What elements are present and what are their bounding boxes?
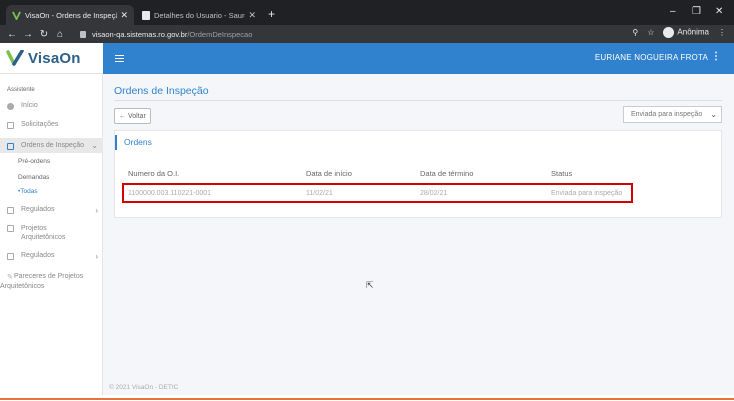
new-tab-button[interactable]: + bbox=[268, 7, 275, 21]
incognito-icon bbox=[663, 27, 675, 38]
hamburger-menu-icon[interactable] bbox=[115, 53, 124, 64]
menu-icon[interactable]: ⋮ bbox=[718, 28, 726, 37]
column-header-data-termino: Data de término bbox=[420, 169, 474, 178]
column-header-numero: Numero da O.I. bbox=[128, 169, 180, 178]
card-title: Ordens bbox=[115, 135, 152, 150]
close-icon[interactable]: ✕ bbox=[120, 10, 128, 21]
kebab-menu-icon[interactable]: ⋮ bbox=[711, 51, 721, 62]
profile-button[interactable]: Anônima bbox=[663, 27, 709, 38]
brand-logo[interactable]: VisaOn bbox=[0, 43, 103, 74]
visaon-logo-icon bbox=[6, 50, 24, 66]
sidebar-item-ordens-inspecao[interactable]: Ordens de Inspeção ⌄ bbox=[0, 138, 103, 153]
sidebar-item-label: Ordens de Inspeção bbox=[21, 142, 85, 149]
title-divider bbox=[114, 100, 722, 101]
status-filter-select[interactable]: Enviada para inspeção ⌄ bbox=[623, 106, 722, 123]
back-button-label: Voltar bbox=[128, 112, 146, 120]
cell-data-inicio: 11/02/21 bbox=[306, 190, 333, 197]
cell-data-termino: 28/02/21 bbox=[420, 190, 448, 197]
sidebar-item-projetos[interactable]: Projetos Arquitetônicos bbox=[0, 224, 90, 242]
building-icon bbox=[7, 207, 14, 214]
accent-strip bbox=[0, 398, 734, 400]
tab-title: Detalhes do Usuario - Sauron.Ge bbox=[154, 10, 245, 20]
sidebar-subitem-todas[interactable]: •Todas bbox=[18, 188, 38, 195]
tab-title: VisaOn - Ordens de Inspeção bbox=[25, 10, 118, 20]
zoom-icon[interactable]: ⚲ bbox=[632, 28, 638, 37]
sidebar-item-label: Regulados bbox=[21, 252, 55, 259]
clipboard-icon bbox=[7, 142, 14, 150]
chevron-right-icon: › bbox=[95, 206, 98, 215]
browser-tab-sauron[interactable]: Detalhes do Usuario - Sauron.Ge ✕ bbox=[136, 5, 262, 25]
brand-name: VisaOn bbox=[28, 49, 81, 67]
sidebar-section-title: Assistente bbox=[7, 87, 35, 93]
close-icon[interactable]: ✕ bbox=[248, 10, 256, 21]
lock-icon bbox=[80, 30, 86, 38]
sidebar-item-inicio[interactable]: Início bbox=[0, 102, 103, 110]
forward-icon[interactable]: → bbox=[20, 29, 36, 40]
reload-icon[interactable]: ↻ bbox=[36, 29, 52, 40]
orders-card: Ordens Numero da O.I. Data de início Dat… bbox=[114, 130, 722, 218]
chevron-down-icon: ⌄ bbox=[710, 110, 717, 119]
pencil-icon: ✎ bbox=[7, 274, 13, 281]
sidebar-item-label: Solicitações bbox=[21, 121, 59, 128]
sidebar-item-label: Projetos Arquitetônicos bbox=[21, 225, 66, 241]
restore-icon[interactable]: ❐ bbox=[692, 6, 701, 17]
cell-status: Enviada para inspeção bbox=[551, 190, 623, 197]
app-header: VisaOn EURIANE NOGUEIRA FROTA ⋮ bbox=[0, 43, 734, 74]
status-filter-value: Enviada para inspeção bbox=[631, 111, 703, 118]
close-window-icon[interactable]: ✕ bbox=[715, 6, 723, 17]
minimize-icon[interactable]: – bbox=[670, 6, 676, 17]
top-navbar: EURIANE NOGUEIRA FROTA ⋮ bbox=[103, 43, 734, 74]
sidebar-subitem-demandas[interactable]: Demandas bbox=[18, 174, 49, 181]
arrow-left-icon: ← bbox=[119, 112, 126, 120]
document-favicon-icon bbox=[142, 10, 150, 20]
url-field[interactable]: visaon-qa.sistemas.ro.gov.br/OrdemDeInsp… bbox=[80, 28, 640, 40]
page-title: Ordens de Inspeção bbox=[114, 85, 209, 97]
address-bar-actions: ⚲ ☆ Anônima ⋮ bbox=[632, 27, 726, 38]
home-icon[interactable]: ⌂ bbox=[52, 29, 68, 40]
back-button[interactable]: ← Voltar bbox=[114, 108, 151, 124]
back-icon[interactable]: ← bbox=[4, 29, 20, 40]
browser-tab-visaon[interactable]: VisaOn - Ordens de Inspeção ✕ bbox=[6, 5, 134, 25]
chevron-down-icon: ⌄ bbox=[91, 141, 98, 150]
column-header-data-inicio: Data de início bbox=[306, 169, 352, 178]
dashboard-icon bbox=[7, 103, 14, 110]
footer-text: © 2021 VisaOn - DETIC bbox=[109, 384, 179, 391]
url-path: /OrdemDeInspecao bbox=[187, 29, 253, 39]
mouse-cursor-icon: ⇱ bbox=[366, 280, 374, 290]
calendar-icon bbox=[7, 122, 14, 129]
user-name[interactable]: EURIANE NOGUEIRA FROTA bbox=[595, 53, 708, 62]
bottom-strip bbox=[0, 395, 734, 401]
browser-tab-bar: VisaOn - Ordens de Inspeção ✕ Detalhes d… bbox=[0, 0, 734, 25]
chevron-right-icon: › bbox=[95, 252, 98, 261]
profile-label: Anônima bbox=[677, 27, 709, 37]
cell-numero[interactable]: 1100000.003.110221-0001 bbox=[128, 190, 211, 197]
sidebar-item-solicitacoes[interactable]: Solicitações bbox=[0, 121, 103, 129]
document-icon bbox=[7, 253, 14, 260]
sidebar: Assistente Início Solicitações Ordens de… bbox=[0, 74, 103, 395]
star-icon[interactable]: ☆ bbox=[647, 28, 654, 37]
visaon-favicon-icon bbox=[12, 10, 21, 20]
blueprint-icon bbox=[7, 225, 14, 232]
sidebar-item-regulados[interactable]: Regulados › bbox=[0, 206, 103, 215]
sidebar-item-label: Início bbox=[21, 102, 38, 109]
column-header-status: Status bbox=[551, 169, 573, 178]
sidebar-item-pareceres[interactable]: Pareceres de Projetos Arquitetônicos bbox=[0, 272, 95, 292]
sidebar-subitem-pre-ordens[interactable]: Pré-ordens bbox=[18, 158, 50, 165]
main-content: Ordens de Inspeção ← Voltar Enviada para… bbox=[103, 74, 734, 395]
sidebar-item-label: Regulados bbox=[21, 206, 55, 213]
address-bar: ← → ↻ ⌂ visaon-qa.sistemas.ro.gov.br/Ord… bbox=[0, 25, 734, 43]
url-host: visaon-qa.sistemas.ro.gov.br bbox=[92, 29, 188, 39]
sidebar-item-regulados-2[interactable]: Regulados › bbox=[0, 252, 103, 261]
